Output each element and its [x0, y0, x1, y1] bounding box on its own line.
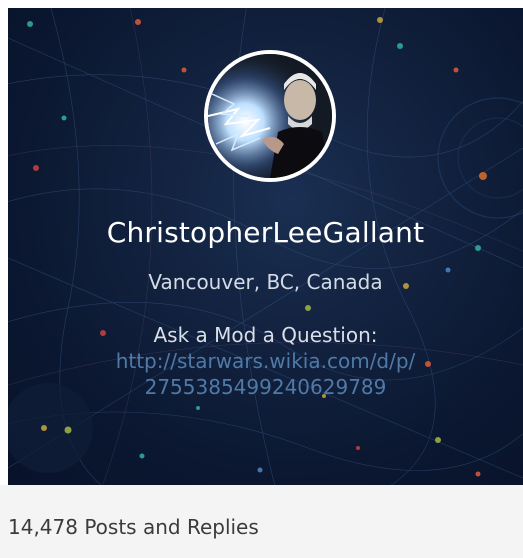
posts-and-replies-count[interactable]: 14,478 Posts and Replies	[8, 515, 259, 539]
bio-link-line-2[interactable]: 2755385499240629789	[8, 374, 523, 400]
profile-page: ChristopherLeeGallant Vancouver, BC, Can…	[0, 0, 523, 558]
username: ChristopherLeeGallant	[106, 216, 425, 249]
avatar-image	[208, 54, 332, 178]
stats-bar: 14,478 Posts and Replies	[0, 485, 523, 558]
bio-text: Ask a Mod a Question:	[153, 323, 378, 347]
avatar[interactable]	[204, 50, 336, 182]
bio-link-line-1[interactable]: http://starwars.wikia.com/d/p/	[8, 348, 523, 374]
profile-header: ChristopherLeeGallant Vancouver, BC, Can…	[8, 8, 523, 485]
bio: Ask a Mod a Question: http://starwars.wi…	[8, 322, 523, 400]
location: Vancouver, BC, Canada	[148, 270, 383, 294]
